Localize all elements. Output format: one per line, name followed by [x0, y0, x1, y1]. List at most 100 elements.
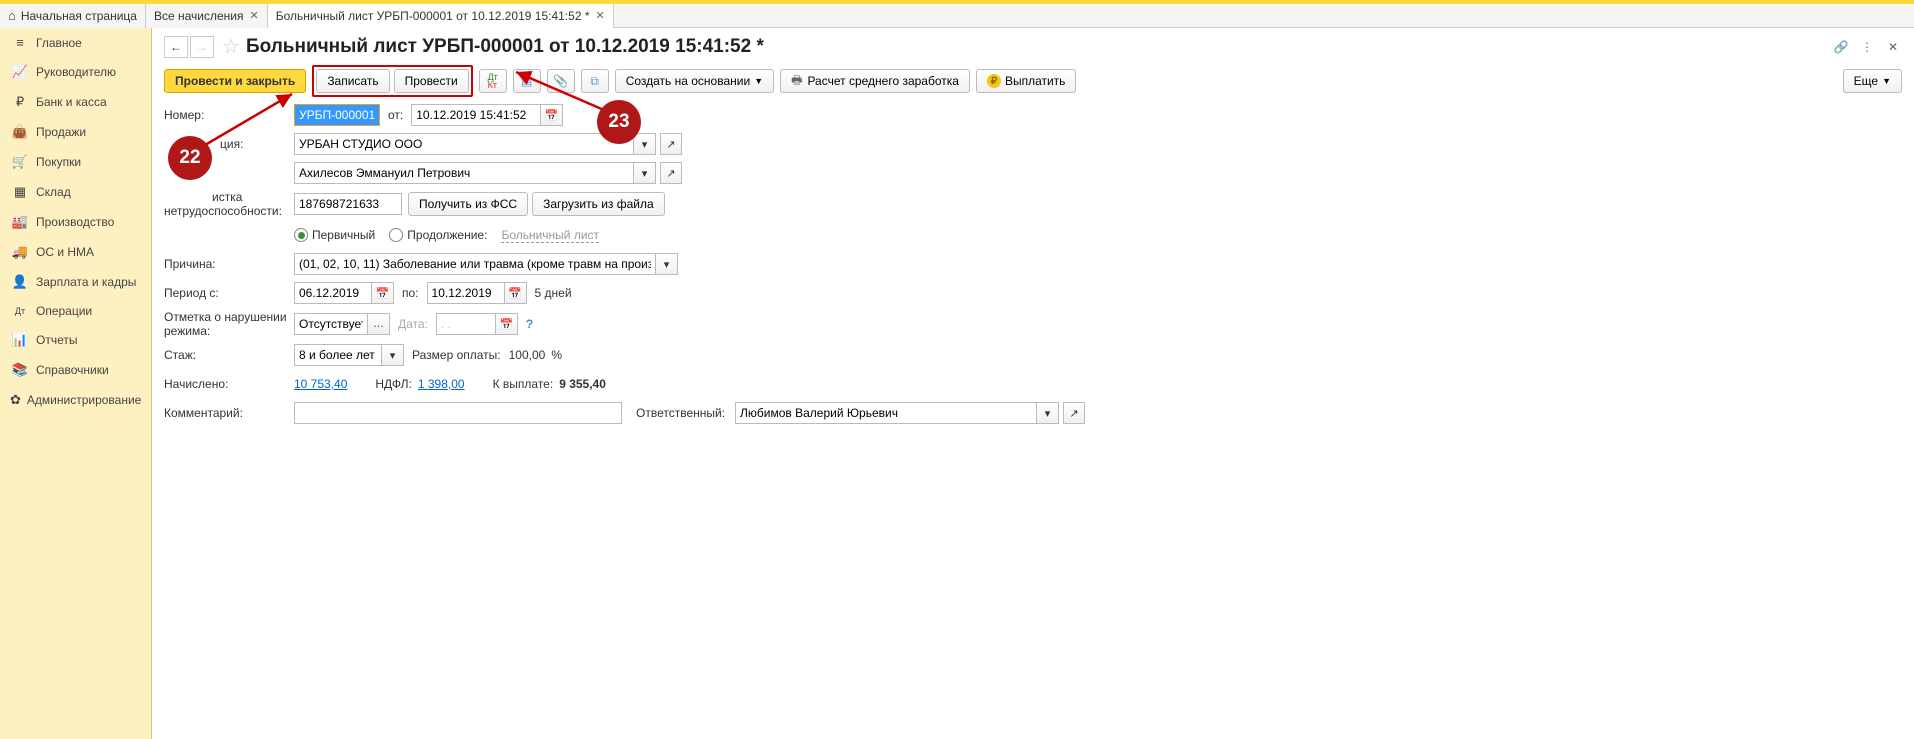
date-input[interactable] [411, 104, 541, 126]
write-button[interactable]: Записать [316, 69, 389, 93]
books-icon: 📚 [10, 362, 30, 378]
nav-forward-button[interactable]: → [190, 36, 214, 58]
disability-number-input[interactable] [294, 193, 402, 215]
favorite-star-icon[interactable]: ☆ [222, 34, 240, 59]
sidebar-item-label: Зарплата и кадры [36, 275, 136, 289]
open-button[interactable]: ↗ [660, 133, 682, 155]
sidebar-item-label: Банк и касса [36, 95, 107, 109]
sidebar-item-purchases[interactable]: 🛒Покупки [0, 147, 151, 177]
calendar-button[interactable]: 📅 [372, 282, 394, 304]
post-and-close-button[interactable]: Провести и закрыть [164, 69, 306, 93]
responsible-input[interactable] [735, 402, 1037, 424]
tab-document[interactable]: Больничный лист УРБП-000001 от 10.12.201… [268, 4, 614, 28]
dropdown-button[interactable]: ▾ [382, 344, 404, 366]
dtkt-icon: ДтКт [488, 73, 498, 89]
btn-label: Еще [1854, 74, 1878, 88]
tab-home[interactable]: ⌂ Начальная страница [0, 4, 146, 28]
tab-label: Больничный лист УРБП-000001 от 10.12.201… [276, 9, 590, 23]
sidebar-item-label: Операции [36, 304, 92, 318]
continuation-link[interactable]: Больничный лист [501, 228, 599, 243]
stazh-label: Стаж: [164, 348, 294, 362]
violation-date-label: Дата: [398, 317, 428, 331]
sidebar-item-references[interactable]: 📚Справочники [0, 355, 151, 385]
number-input[interactable] [294, 104, 380, 126]
sidebar-item-warehouse[interactable]: ▦Склад [0, 177, 151, 207]
sidebar-item-payroll[interactable]: 👤 Зарплата и кадры [0, 267, 151, 297]
accrued-label: Начислено: [164, 377, 294, 391]
help-icon[interactable]: ? [526, 317, 533, 331]
cart-icon: 🛒 [10, 154, 30, 170]
close-icon[interactable]: ✕ [249, 9, 258, 22]
dropdown-button[interactable]: ▾ [634, 162, 656, 184]
create-based-button[interactable]: Создать на основании▼ [615, 69, 774, 93]
sidebar-item-sales[interactable]: 👜Продажи [0, 117, 151, 147]
structure-button[interactable]: ⧉ [581, 69, 609, 93]
nav-back-button[interactable]: ← [164, 36, 188, 58]
period-to-label: по: [402, 286, 419, 300]
accrued-link[interactable]: 10 753,40 [294, 377, 347, 391]
radio-primary[interactable]: Первичный [294, 228, 375, 242]
kebab-icon[interactable]: ⋮ [1858, 38, 1876, 56]
structure-icon: ⧉ [590, 74, 599, 89]
truck-icon: 🚚 [10, 244, 30, 260]
to-pay-value: 9 355,40 [559, 377, 606, 391]
ellipsis-button[interactable]: … [368, 313, 390, 335]
sidebar-item-production[interactable]: 🏭Производство [0, 207, 151, 237]
person-icon: 👤 [10, 274, 30, 290]
btn-label: Расчет среднего заработка [807, 74, 959, 88]
get-from-fss-button[interactable]: Получить из ФСС [408, 192, 528, 216]
close-icon[interactable]: ✕ [596, 9, 605, 22]
more-button[interactable]: Еще▼ [1843, 69, 1902, 93]
chart-icon: 📈 [10, 64, 30, 80]
annotation-callout-22: 22 [168, 136, 212, 180]
comment-input[interactable] [294, 402, 622, 424]
radio-continuation[interactable]: Продолжение: [389, 228, 487, 242]
post-button[interactable]: Провести [394, 69, 469, 93]
period-from-label: Период с: [164, 286, 294, 300]
home-icon: ⌂ [8, 8, 16, 23]
sidebar-item-manager[interactable]: 📈Руководителю [0, 57, 151, 87]
sidebar-item-operations[interactable]: ДтОперации [0, 297, 151, 325]
attach-button[interactable]: 📎 [547, 69, 575, 93]
tabs-bar: ⌂ Начальная страница Все начисления ✕ Бо… [0, 4, 1914, 28]
sidebar: ≡Главное 📈Руководителю ₽Банк и касса 👜Пр… [0, 28, 152, 739]
sidebar-item-bank[interactable]: ₽Банк и касса [0, 87, 151, 117]
ndfl-link[interactable]: 1 398,00 [418, 377, 465, 391]
tab-all-accruals[interactable]: Все начисления ✕ [146, 4, 268, 28]
sidebar-item-admin[interactable]: ✿Администрирование [0, 385, 151, 415]
document-title: Больничный лист УРБП-000001 от 10.12.201… [246, 36, 764, 58]
open-button[interactable]: ↗ [1063, 402, 1085, 424]
dropdown-button[interactable]: ▾ [634, 133, 656, 155]
payout-button[interactable]: ₽Выплатить [976, 69, 1077, 93]
open-button[interactable]: ↗ [660, 162, 682, 184]
dropdown-button[interactable]: ▾ [1037, 402, 1059, 424]
period-from-input[interactable] [294, 282, 372, 304]
radio-label: Первичный [312, 228, 375, 242]
load-from-file-button[interactable]: Загрузить из файла [532, 192, 665, 216]
comment-label: Комментарий: [164, 406, 294, 420]
calendar-button[interactable]: 📅 [541, 104, 563, 126]
dropdown-button[interactable]: ▾ [656, 253, 678, 275]
btn-label: Загрузить из файла [543, 197, 654, 211]
sidebar-item-reports[interactable]: 📊Отчеты [0, 325, 151, 355]
btn-label: Создать на основании [626, 74, 751, 88]
paperclip-icon: 📎 [553, 74, 568, 88]
document-icon: ▤ [521, 74, 532, 88]
reason-input[interactable] [294, 253, 656, 275]
report-button[interactable]: ▤ [513, 69, 541, 93]
stazh-input[interactable] [294, 344, 382, 366]
calendar-button[interactable]: 📅 [505, 282, 527, 304]
link-icon[interactable]: 🔗 [1832, 38, 1850, 56]
main-content: ← → ☆ Больничный лист УРБП-000001 от 10.… [152, 28, 1914, 739]
sidebar-item-main[interactable]: ≡Главное [0, 28, 151, 57]
period-to-input[interactable] [427, 282, 505, 304]
disability-sheet-label: истканетрудоспособности: [164, 190, 294, 218]
calc-average-button[interactable]: 🖶Расчет среднего заработка [780, 69, 970, 93]
coin-icon: ₽ [987, 74, 1001, 88]
close-icon[interactable]: ✕ [1884, 38, 1902, 56]
dtkt-button[interactable]: ДтКт [479, 69, 507, 93]
sidebar-item-os-nma[interactable]: 🚚ОС и НМА [0, 237, 151, 267]
organization-input[interactable] [294, 133, 634, 155]
employee-input[interactable] [294, 162, 634, 184]
violation-input[interactable] [294, 313, 368, 335]
